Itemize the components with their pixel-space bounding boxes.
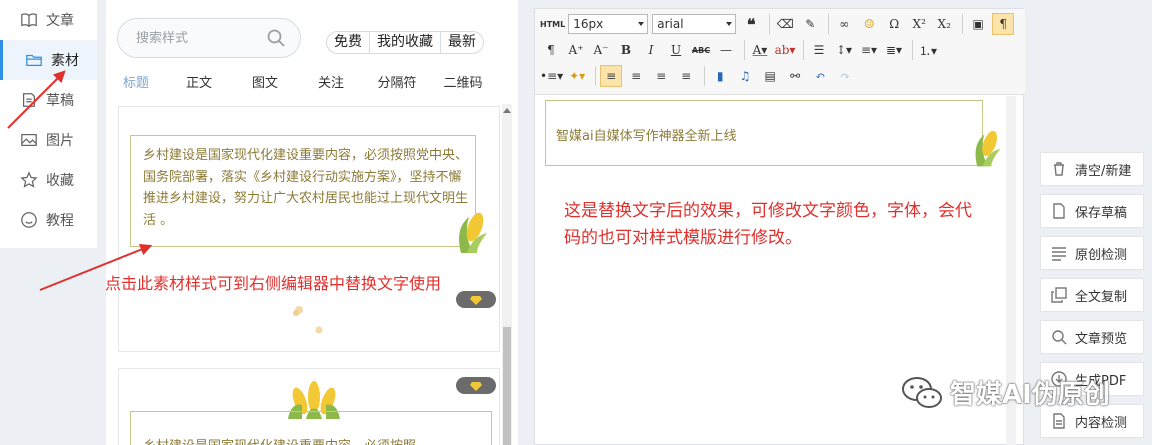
font-size-up-icon[interactable]: A⁺ [565, 39, 587, 61]
font-color-icon[interactable]: A▾ [749, 39, 771, 61]
watermark-text: 智媒AI伪原创 [950, 380, 1110, 410]
ordered-list-icon[interactable]: ⒈▾ [917, 39, 939, 61]
horizontal-rule-icon[interactable]: — [715, 39, 737, 61]
search-icon [1052, 330, 1067, 345]
align-justify-icon[interactable]: ≡ [675, 65, 697, 87]
redo-icon[interactable]: ↷ [834, 65, 856, 87]
save-icon[interactable]: ▣ [967, 13, 989, 35]
action-label: 原创检测 [1075, 247, 1128, 263]
highlight-icon[interactable]: ab▾ [774, 39, 796, 61]
music-icon[interactable]: ♫ [734, 65, 756, 87]
link-icon[interactable]: ∞ [833, 13, 855, 35]
action-label: 清空/新建 [1075, 163, 1132, 179]
clear-new-button[interactable]: 清空/新建 [1040, 152, 1144, 186]
originality-check-button[interactable]: 原创检测 [1040, 236, 1144, 270]
special-char-icon[interactable]: Ω [883, 13, 905, 35]
unordered-list-icon[interactable]: •≡▾ [540, 65, 563, 87]
action-label: 保存草稿 [1075, 205, 1128, 221]
italic-icon[interactable]: I [640, 39, 662, 61]
action-label: 全文复制 [1075, 289, 1128, 305]
paragraph-spacing-icon[interactable]: ≣▾ [883, 39, 905, 61]
emoji-icon[interactable]: ☺ [858, 13, 880, 35]
line-height-icon[interactable]: ↕▾ [833, 39, 855, 61]
html-source-button[interactable]: HTML [540, 13, 565, 35]
underline-icon[interactable]: U [665, 39, 687, 61]
annotation-right: 这是替换文字后的效果，可修改文字颜色，字体，会代码的也可对样式模版进行修改。 [564, 201, 972, 248]
file-icon [1053, 203, 1065, 219]
ltr-direction-icon[interactable]: ¶ [992, 13, 1015, 35]
font-size-select[interactable]: 16px [568, 14, 649, 34]
lines-icon [1052, 247, 1066, 261]
bold-icon[interactable]: B [615, 39, 637, 61]
font-size-down-icon[interactable]: A⁻ [590, 39, 612, 61]
find-icon[interactable]: ⚯ [784, 65, 806, 87]
style-brush-icon[interactable]: ✦▾ [566, 65, 588, 87]
content-text: 智媒ai自媒体写作神器全新上线 [556, 129, 737, 144]
wechat-icon [902, 376, 942, 408]
action-label: 文章预览 [1075, 331, 1128, 347]
watermark: 智媒AI伪原创 [900, 374, 1110, 411]
spacing-icon[interactable]: ≡▾ [858, 39, 880, 61]
video-icon[interactable]: ▮ [709, 65, 731, 87]
paragraph-icon[interactable]: ¶ [540, 39, 562, 61]
article-preview-button[interactable]: 文章预览 [1040, 320, 1144, 354]
save-draft-button[interactable]: 保存草稿 [1040, 194, 1144, 228]
action-label: 内容检测 [1075, 415, 1128, 431]
align-right-icon[interactable]: ≡ [650, 65, 672, 87]
copy-all-button[interactable]: 全文复制 [1040, 278, 1144, 312]
corn-icon [975, 130, 1001, 167]
editor-toolbar: HTML 16px arial ❝ ⌫ ✎ ∞ ☺ Ω X² X₂ ▣ ¶ ¶ … [535, 9, 1025, 95]
font-family-select[interactable]: arial [652, 14, 737, 34]
indent-icon[interactable]: ☰ [808, 39, 830, 61]
align-left-icon[interactable]: ≡ [600, 65, 623, 87]
content-frame[interactable]: 智媒ai自媒体写作神器全新上线 [545, 100, 983, 166]
align-center-icon[interactable]: ≡ [625, 65, 647, 87]
doc-icon [1053, 413, 1065, 429]
eraser-icon[interactable]: ⌫ [774, 13, 796, 35]
image-text-icon[interactable]: ▤ [759, 65, 781, 87]
strikethrough-icon[interactable]: ABC [690, 39, 712, 61]
copy-icon [1051, 287, 1067, 303]
annotation-left: 点击此素材样式可到右侧编辑器中替换文字使用 [105, 274, 442, 293]
superscript-icon[interactable]: X² [908, 13, 930, 35]
format-brush-icon[interactable]: ✎ [799, 13, 821, 35]
trash-icon [1054, 162, 1064, 176]
subscript-icon[interactable]: X₂ [933, 13, 955, 35]
quote-icon[interactable]: ❝ [740, 13, 762, 35]
undo-icon[interactable]: ↶ [809, 65, 831, 87]
